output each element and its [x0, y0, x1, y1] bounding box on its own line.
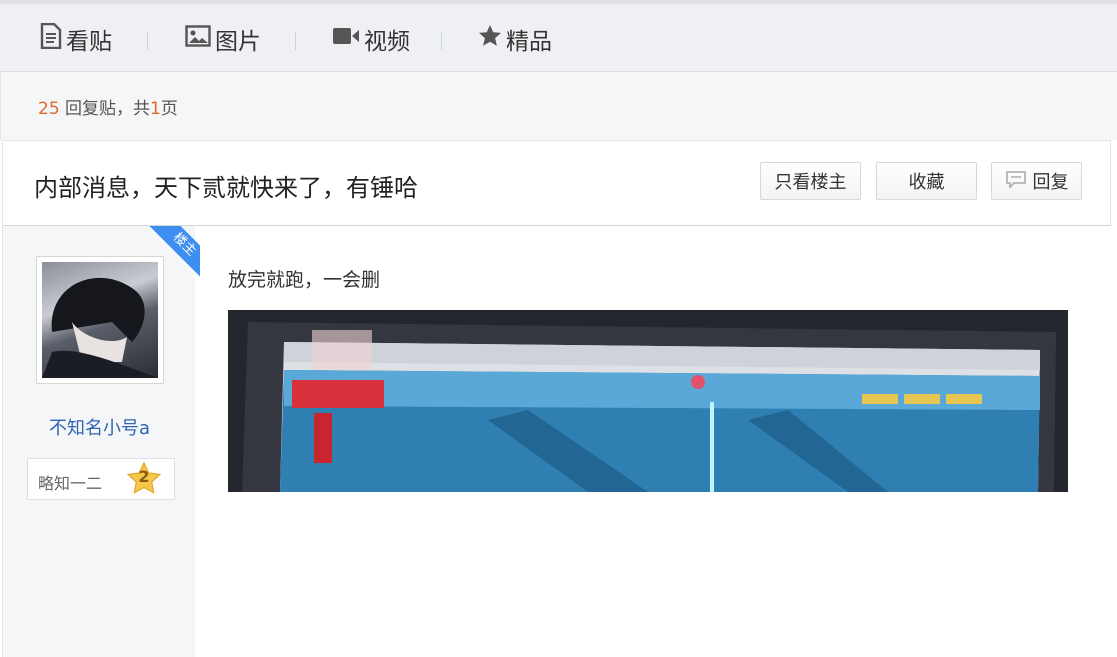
button-label: 收藏 [908, 172, 945, 193]
level-title: 略知一二 [38, 474, 103, 493]
tab-bar: 看贴 图片 视频 精品 [0, 0, 1117, 72]
button-label: 回复 [1032, 172, 1069, 193]
tab-label: 图片 [215, 29, 261, 55]
post-image[interactable] [228, 310, 1068, 492]
thread-header: 内部消息，天下贰就快来了，有锤哈 只看楼主 收藏 回复 [2, 140, 1111, 226]
reply-count: 25 [38, 99, 60, 119]
tab-view-posts[interactable]: 看贴 [40, 22, 112, 56]
star-icon [478, 24, 502, 54]
username-link[interactable]: 不知名小号a [3, 414, 196, 440]
avatar-image [42, 262, 158, 378]
video-camera-icon [332, 26, 360, 52]
tab-label: 看贴 [66, 29, 112, 55]
document-icon [40, 22, 62, 55]
page-count: 1 [150, 99, 161, 119]
tab-label: 视频 [364, 29, 410, 55]
tab-divider [441, 32, 442, 50]
tab-videos[interactable]: 视频 [332, 22, 410, 56]
tab-featured[interactable]: 精品 [478, 22, 552, 56]
only-author-button[interactable]: 只看楼主 [760, 162, 861, 200]
tab-images[interactable]: 图片 [185, 22, 261, 56]
author-panel: 楼主 不知名小号a 略知一二 2 [2, 226, 200, 657]
tab-divider [295, 32, 296, 50]
post-content: 放完就跑，一会删 [228, 269, 381, 291]
reply-summary-text: 25 回复贴，共1页 [38, 94, 178, 119]
image-icon [185, 25, 211, 53]
user-level: 略知一二 2 [27, 458, 175, 500]
reply-label: 回复贴，共 [59, 99, 151, 119]
button-label: 只看楼主 [774, 172, 847, 193]
speech-bubble-icon [1005, 170, 1027, 193]
thread-title: 内部消息，天下贰就快来了，有锤哈 [34, 174, 418, 202]
level-number: 2 [138, 467, 150, 486]
reply-button[interactable]: 回复 [991, 162, 1082, 200]
page-suffix: 页 [160, 99, 178, 119]
avatar[interactable] [36, 256, 164, 384]
favorite-button[interactable]: 收藏 [876, 162, 977, 200]
reply-summary: 25 回复贴，共1页 [0, 72, 1117, 140]
level-star-icon: 2 [126, 461, 162, 497]
tab-divider [147, 32, 148, 50]
tab-label: 精品 [506, 29, 552, 55]
